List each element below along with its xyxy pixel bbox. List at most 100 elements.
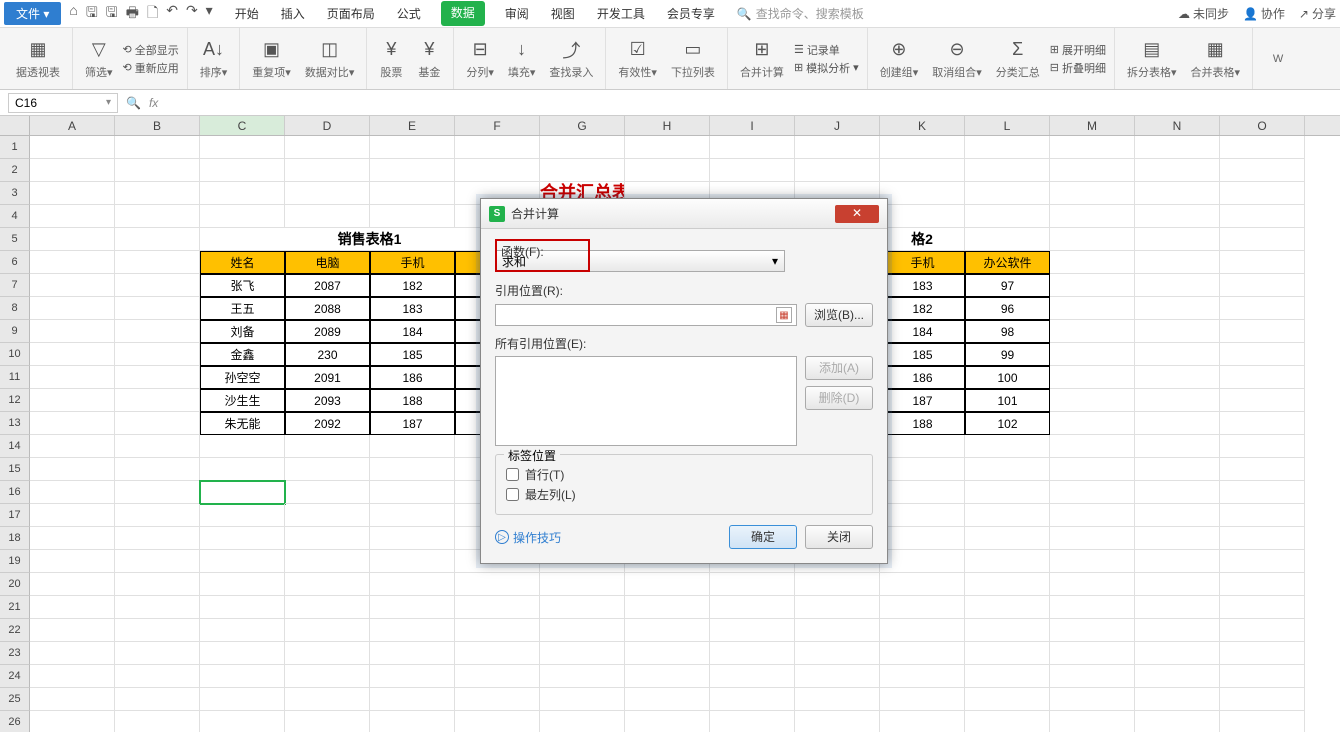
cell[interactable] <box>1050 182 1135 205</box>
cell[interactable] <box>455 665 540 688</box>
qat-saveas-icon[interactable]: 🖫 <box>106 2 118 26</box>
row-header[interactable]: 5 <box>0 228 30 251</box>
col-header-B[interactable]: B <box>115 116 200 135</box>
split-table-button[interactable]: ▤拆分表格▾ <box>1123 36 1181 82</box>
cell[interactable] <box>455 596 540 619</box>
cell[interactable] <box>200 435 285 458</box>
cell[interactable] <box>455 711 540 732</box>
row-header[interactable]: 22 <box>0 619 30 642</box>
cell[interactable] <box>1135 573 1220 596</box>
fund-button[interactable]: ¥基金 <box>413 36 445 82</box>
cell[interactable] <box>1220 504 1305 527</box>
cell[interactable] <box>200 550 285 573</box>
cell[interactable] <box>455 642 540 665</box>
cell[interactable] <box>370 527 455 550</box>
cell[interactable]: 金鑫 <box>200 343 285 366</box>
cell[interactable] <box>30 481 115 504</box>
row-header[interactable]: 20 <box>0 573 30 596</box>
ribbon-sort[interactable]: A↓排序▾ <box>188 28 241 89</box>
cell[interactable]: 97 <box>965 274 1050 297</box>
cell[interactable] <box>1050 481 1135 504</box>
cell[interactable] <box>880 205 965 228</box>
tab-devtools[interactable]: 开发工具 <box>595 1 647 26</box>
cell[interactable] <box>370 619 455 642</box>
cell[interactable] <box>880 596 965 619</box>
cell[interactable] <box>1050 688 1135 711</box>
cell[interactable] <box>1135 205 1220 228</box>
cell[interactable] <box>115 412 200 435</box>
cell[interactable] <box>200 573 285 596</box>
collab-button[interactable]: 👤协作 <box>1243 5 1285 22</box>
cell[interactable] <box>710 642 795 665</box>
what-if-button[interactable]: ⊞ 模拟分析▾ <box>794 60 859 76</box>
cell[interactable] <box>880 504 965 527</box>
cell[interactable] <box>370 642 455 665</box>
cell[interactable] <box>285 205 370 228</box>
top-row-checkbox[interactable]: 首行(T) <box>506 466 862 483</box>
qat-redo-icon[interactable]: ↷ <box>186 2 198 26</box>
row-header[interactable]: 4 <box>0 205 30 228</box>
consolidate-button[interactable]: ⊞合并计算 <box>736 36 788 82</box>
cell[interactable] <box>795 619 880 642</box>
tab-start[interactable]: 开始 <box>233 1 261 26</box>
cell[interactable]: 96 <box>965 297 1050 320</box>
cell[interactable] <box>1050 504 1135 527</box>
cell[interactable]: 186 <box>370 366 455 389</box>
cell[interactable] <box>115 297 200 320</box>
cell[interactable] <box>115 711 200 732</box>
cell[interactable] <box>1220 251 1305 274</box>
cell[interactable] <box>115 389 200 412</box>
ok-button[interactable]: 确定 <box>729 525 797 549</box>
cell[interactable] <box>880 688 965 711</box>
cell[interactable] <box>115 136 200 159</box>
show-detail-button[interactable]: ⊞ 展开明细 <box>1050 42 1106 58</box>
cell[interactable] <box>880 159 965 182</box>
cell[interactable] <box>880 573 965 596</box>
cell[interactable] <box>1135 159 1220 182</box>
col-header-L[interactable]: L <box>965 116 1050 135</box>
record-form-button[interactable]: ☰ 记录单 <box>794 42 859 58</box>
cell[interactable] <box>880 527 965 550</box>
qat-print-icon[interactable]: 🖶 <box>126 2 139 26</box>
cell[interactable] <box>880 550 965 573</box>
col-header-C[interactable]: C <box>200 116 285 135</box>
cell[interactable] <box>285 573 370 596</box>
cell[interactable] <box>625 619 710 642</box>
cell[interactable] <box>1220 320 1305 343</box>
cell[interactable] <box>1050 136 1135 159</box>
cell[interactable] <box>115 159 200 182</box>
cell[interactable]: 101 <box>965 389 1050 412</box>
cell[interactable] <box>795 642 880 665</box>
row-header[interactable]: 14 <box>0 435 30 458</box>
cell[interactable] <box>30 297 115 320</box>
cell[interactable] <box>285 665 370 688</box>
cell[interactable]: 187 <box>370 412 455 435</box>
cell[interactable] <box>285 458 370 481</box>
cell[interactable] <box>200 481 285 504</box>
cell[interactable] <box>540 688 625 711</box>
cell[interactable] <box>625 642 710 665</box>
cell[interactable] <box>540 619 625 642</box>
all-references-list[interactable] <box>495 356 797 446</box>
cell[interactable] <box>710 619 795 642</box>
cell[interactable] <box>370 182 455 205</box>
cell[interactable]: 张飞 <box>200 274 285 297</box>
file-menu[interactable]: 文件 ▾ <box>4 2 61 25</box>
cell[interactable] <box>1050 435 1135 458</box>
delete-button[interactable]: 删除(D) <box>805 386 873 410</box>
cell[interactable]: 办公软件 <box>965 251 1050 274</box>
close-button[interactable]: 关闭 <box>805 525 873 549</box>
cell[interactable]: 2089 <box>285 320 370 343</box>
cell[interactable] <box>1050 297 1135 320</box>
cell[interactable]: 王五 <box>200 297 285 320</box>
cell[interactable] <box>115 665 200 688</box>
cell[interactable] <box>795 136 880 159</box>
cell[interactable] <box>30 550 115 573</box>
cell[interactable] <box>115 527 200 550</box>
cell[interactable] <box>115 205 200 228</box>
cell[interactable] <box>1220 573 1305 596</box>
cell[interactable]: 2088 <box>285 297 370 320</box>
cell[interactable] <box>370 688 455 711</box>
tab-data[interactable]: 数据 <box>441 1 485 26</box>
cell[interactable] <box>710 573 795 596</box>
